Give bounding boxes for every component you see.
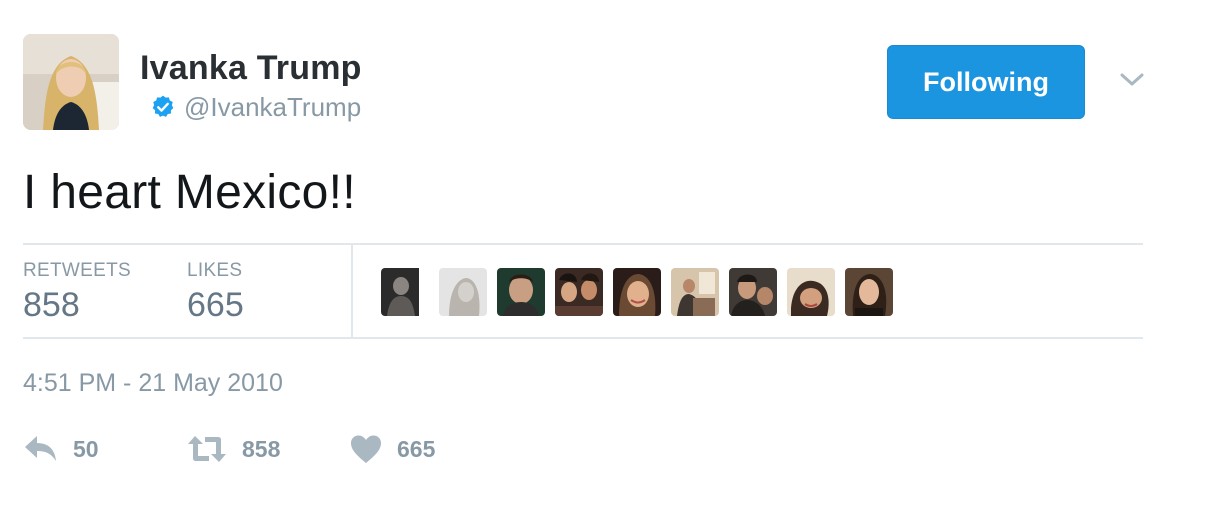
retweets-stat[interactable]: RETWEETS 858 xyxy=(23,260,131,328)
liker-avatar[interactable] xyxy=(555,268,603,316)
divider xyxy=(351,245,353,337)
retweets-label: RETWEETS xyxy=(23,260,131,281)
divider xyxy=(23,243,1143,245)
tweet-timestamp[interactable]: 4:51 PM - 21 May 2010 xyxy=(23,368,283,398)
heart-icon xyxy=(351,435,381,463)
likes-stat[interactable]: LIKES 665 xyxy=(187,260,244,328)
liker-avatar[interactable] xyxy=(381,268,429,316)
like-button[interactable]: 665 xyxy=(349,428,435,470)
retweets-value: 858 xyxy=(23,286,80,324)
liker-avatar[interactable] xyxy=(787,268,835,316)
verified-badge-icon xyxy=(152,95,174,117)
chevron-down-icon[interactable] xyxy=(1118,70,1146,90)
liker-avatar[interactable] xyxy=(845,268,893,316)
author-name[interactable]: Ivanka Trump xyxy=(140,48,362,88)
reply-icon xyxy=(25,436,56,461)
liker-avatar[interactable] xyxy=(613,268,661,316)
following-button[interactable]: Following xyxy=(887,45,1085,119)
retweet-count: 858 xyxy=(242,435,281,462)
tweet-text: I heart Mexico!! xyxy=(23,166,356,219)
reply-count: 50 xyxy=(73,435,99,462)
retweet-icon xyxy=(188,436,226,462)
likes-value: 665 xyxy=(187,286,244,324)
author-handle-row[interactable]: @IvankaTrump xyxy=(150,91,361,123)
likes-label: LIKES xyxy=(187,260,243,281)
liker-avatar[interactable] xyxy=(497,268,545,316)
liker-avatar[interactable] xyxy=(671,268,719,316)
liker-avatar[interactable] xyxy=(439,268,487,316)
retweet-button[interactable]: 858 xyxy=(186,428,280,470)
liker-avatar[interactable] xyxy=(729,268,777,316)
liker-avatars xyxy=(381,268,903,316)
divider xyxy=(23,337,1143,339)
like-count: 665 xyxy=(397,435,436,462)
avatar[interactable] xyxy=(23,34,119,130)
reply-button[interactable]: 50 xyxy=(23,428,99,470)
author-handle: @IvankaTrump xyxy=(184,92,362,122)
